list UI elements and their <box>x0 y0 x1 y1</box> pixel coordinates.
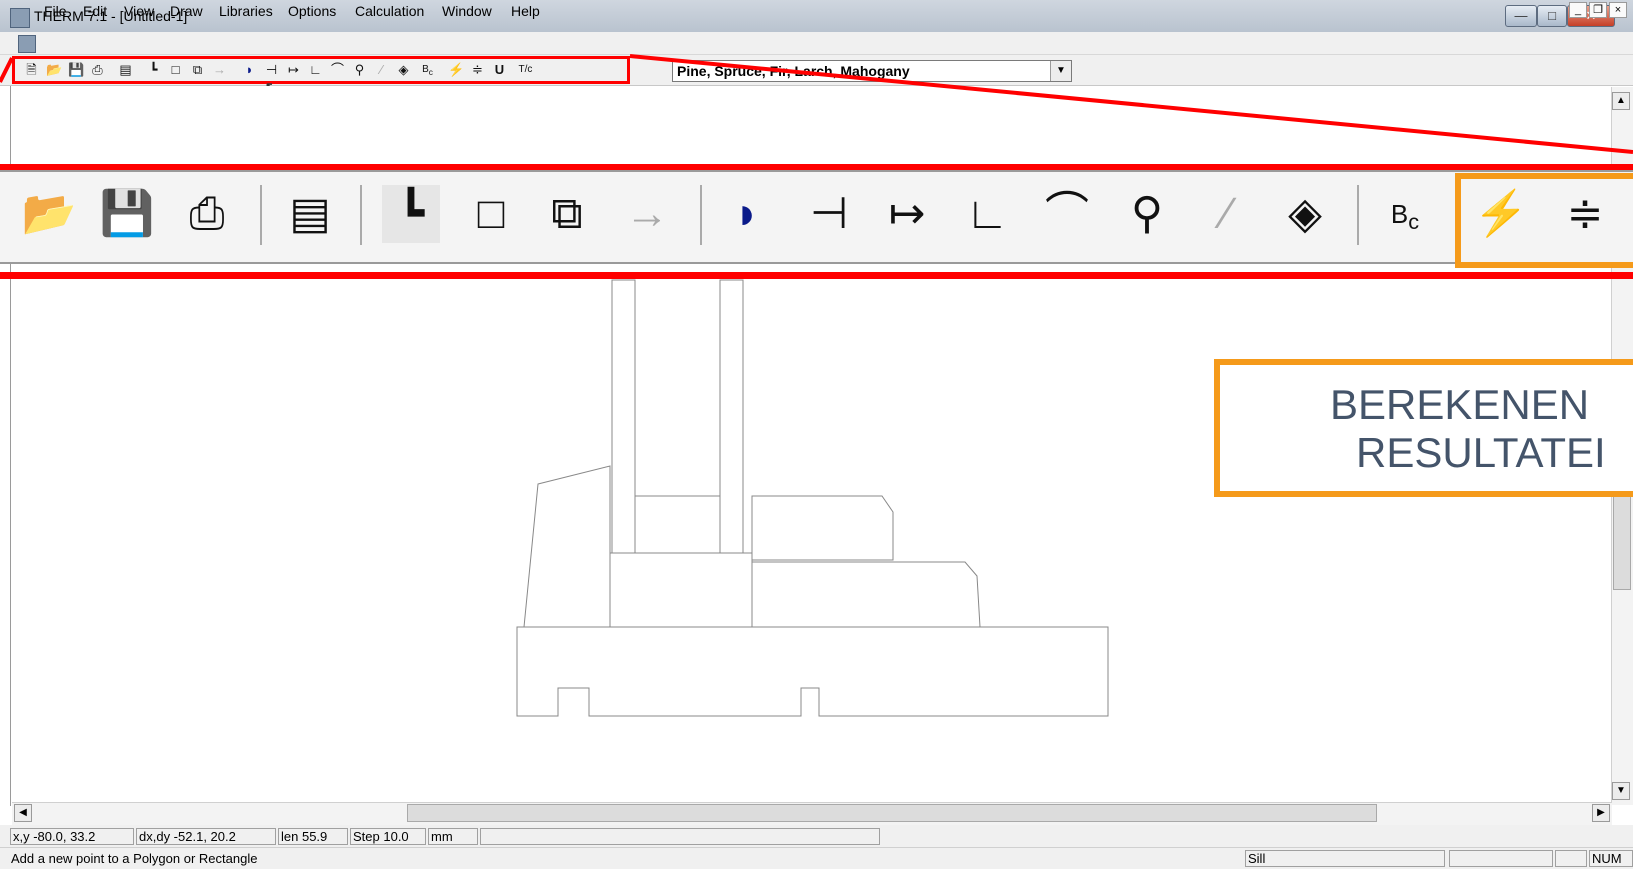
locate-point-icon[interactable]: ⊣ <box>800 185 858 243</box>
draw-locator-icon[interactable]: ∟ <box>958 185 1016 243</box>
boundary-conditions-icon[interactable]: Bc <box>1376 185 1434 243</box>
menu-libraries[interactable]: Libraries <box>219 3 273 19</box>
menu-edit[interactable]: Edit <box>83 3 107 19</box>
mdi-minimize-button[interactable]: _ <box>1569 2 1587 18</box>
menu-bar <box>0 32 1633 55</box>
toolbar-separator <box>700 185 702 245</box>
save-icon[interactable]: 💾 <box>98 185 156 243</box>
horizontal-scroll-thumb[interactable] <box>407 804 1377 822</box>
menu-draw[interactable]: Draw <box>170 3 203 19</box>
status-xy: x,y -80.0, 33.2 <box>10 828 134 845</box>
material-library-icon[interactable]: ◗ <box>718 185 776 243</box>
minimize-button[interactable]: — <box>1505 5 1537 27</box>
menu-help[interactable]: Help <box>511 3 540 19</box>
toolbar-separator <box>360 185 362 245</box>
callout-line-2: RESULTATEI <box>1356 429 1606 476</box>
polygon-icon[interactable]: ┗ <box>382 185 440 243</box>
rectangle-icon[interactable]: □ <box>462 185 520 243</box>
print-icon[interactable]: ⎙ <box>178 185 236 243</box>
menu-options[interactable]: Options <box>288 3 336 19</box>
status-num: NUM <box>1589 850 1633 867</box>
fill-void-icon[interactable]: ⧉ <box>538 185 596 243</box>
document-icon[interactable] <box>18 35 36 53</box>
status-unit: mm <box>428 828 478 845</box>
insert-point-icon[interactable]: → <box>618 185 676 243</box>
mdi-close-button[interactable]: × <box>1609 2 1627 18</box>
zoom-highlight-bottom <box>0 272 1633 279</box>
annotation-callout: BEREKENEN RESULTATEI <box>1214 359 1633 497</box>
status-blank-1 <box>1449 850 1553 867</box>
status-step: Step 10.0 <box>350 828 426 845</box>
arc-icon[interactable]: ⌒ <box>1038 185 1096 243</box>
move-point-icon[interactable]: ↦ <box>878 185 936 243</box>
calculate-highlight-box <box>1455 173 1633 268</box>
menu-window[interactable]: Window <box>442 3 492 19</box>
therm-app-icon[interactable] <box>10 8 30 28</box>
rotate-icon[interactable]: ◈ <box>1276 185 1334 243</box>
status-empty-field <box>480 828 880 845</box>
material-select-value: Pine, Spruce, Fir, Larch, Mahogany <box>677 63 910 79</box>
zoom-icon[interactable]: ⚲ <box>1118 185 1176 243</box>
eyedropper-icon[interactable]: ∕ <box>1198 185 1256 243</box>
toolbar-separator <box>1357 185 1359 245</box>
status-mode: Sill <box>1245 850 1445 867</box>
scroll-up-button[interactable]: ▲ <box>1612 92 1630 110</box>
toolbar-highlight-box <box>12 56 630 84</box>
scroll-left-button[interactable]: ◀ <box>14 804 32 822</box>
maximize-button[interactable]: □ <box>1537 5 1567 27</box>
menu-calculation[interactable]: Calculation <box>355 3 424 19</box>
menu-file[interactable]: File <box>44 3 67 19</box>
status-blank-2 <box>1555 850 1587 867</box>
scroll-right-button[interactable]: ▶ <box>1592 804 1610 822</box>
toolbar-separator <box>260 185 262 245</box>
scroll-down-button[interactable]: ▼ <box>1612 782 1630 800</box>
menu-view[interactable]: View <box>124 3 154 19</box>
properties-icon[interactable]: ▤ <box>281 185 339 243</box>
status-dxdy: dx,dy -52.1, 20.2 <box>136 828 276 845</box>
status-len: len 55.9 <box>278 828 348 845</box>
mdi-restore-button[interactable]: ❐ <box>1589 2 1607 18</box>
open-folder-icon[interactable]: 📂 <box>20 185 78 243</box>
chevron-down-icon[interactable]: ▼ <box>1050 61 1071 81</box>
callout-line-1: BEREKENEN <box>1330 381 1590 428</box>
status-message: Add a new point to a Polygon or Rectangl… <box>11 851 258 866</box>
